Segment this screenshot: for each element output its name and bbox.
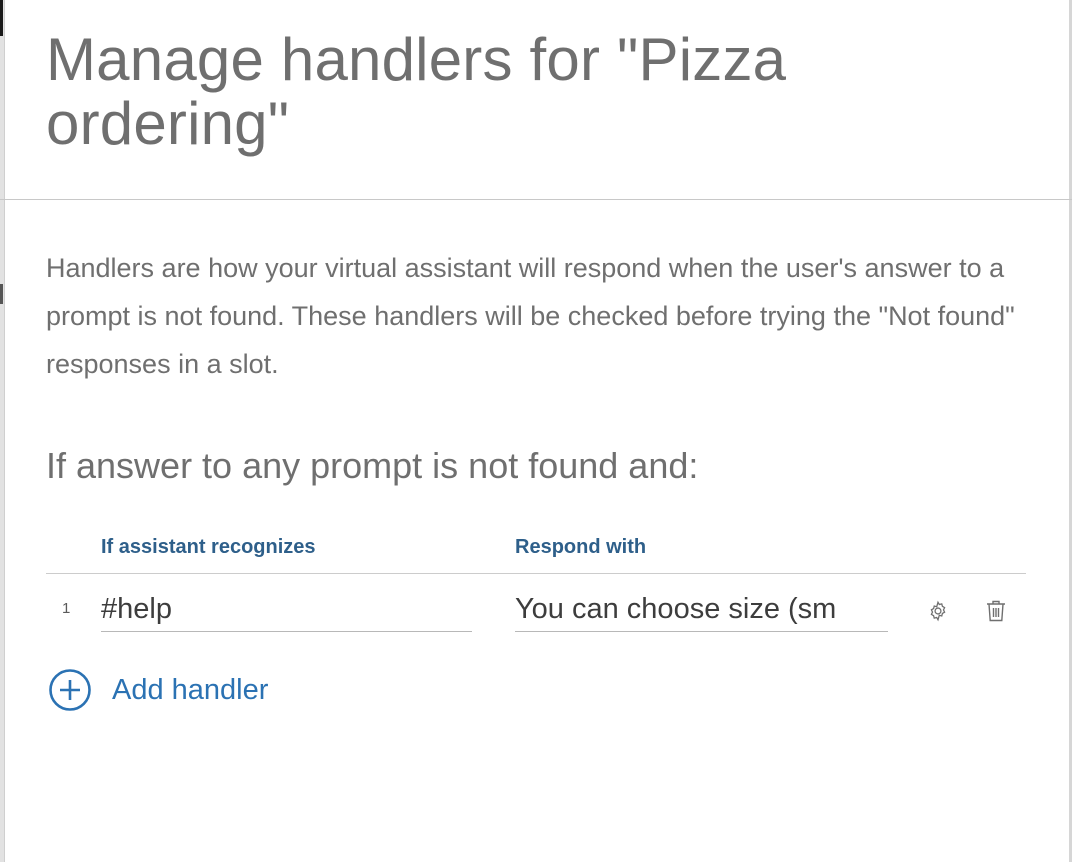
manage-handlers-modal: Manage handlers for "Pizza ordering" Han… (0, 0, 1072, 862)
add-handler-button[interactable]: Add handler (48, 668, 268, 712)
handlers-table: If assistant recognizes Respond with 1 (46, 530, 1026, 640)
left-edge-mark (0, 284, 3, 304)
table-row: 1 (46, 574, 1026, 640)
recognizes-input[interactable] (101, 588, 472, 632)
settings-button[interactable] (925, 598, 951, 624)
gear-icon (930, 600, 946, 622)
plus-circle-icon (48, 668, 92, 712)
section-heading: If answer to any prompt is not found and… (46, 445, 699, 486)
column-header-recognizes: If assistant recognizes (101, 536, 316, 558)
column-header-respond: Respond with (515, 536, 647, 558)
respond-input[interactable] (515, 588, 888, 632)
modal-description: Handlers are how your virtual assistant … (46, 253, 1015, 379)
trash-icon (987, 600, 1005, 622)
add-handler-label: Add handler (112, 673, 269, 706)
modal-header: Manage handlers for "Pizza ordering" (0, 0, 1072, 200)
modal-title: Manage handlers for "Pizza ordering" (46, 26, 787, 157)
row-number: 1 (62, 600, 71, 617)
table-header: If assistant recognizes Respond with (46, 530, 1026, 574)
delete-button[interactable] (983, 598, 1009, 624)
